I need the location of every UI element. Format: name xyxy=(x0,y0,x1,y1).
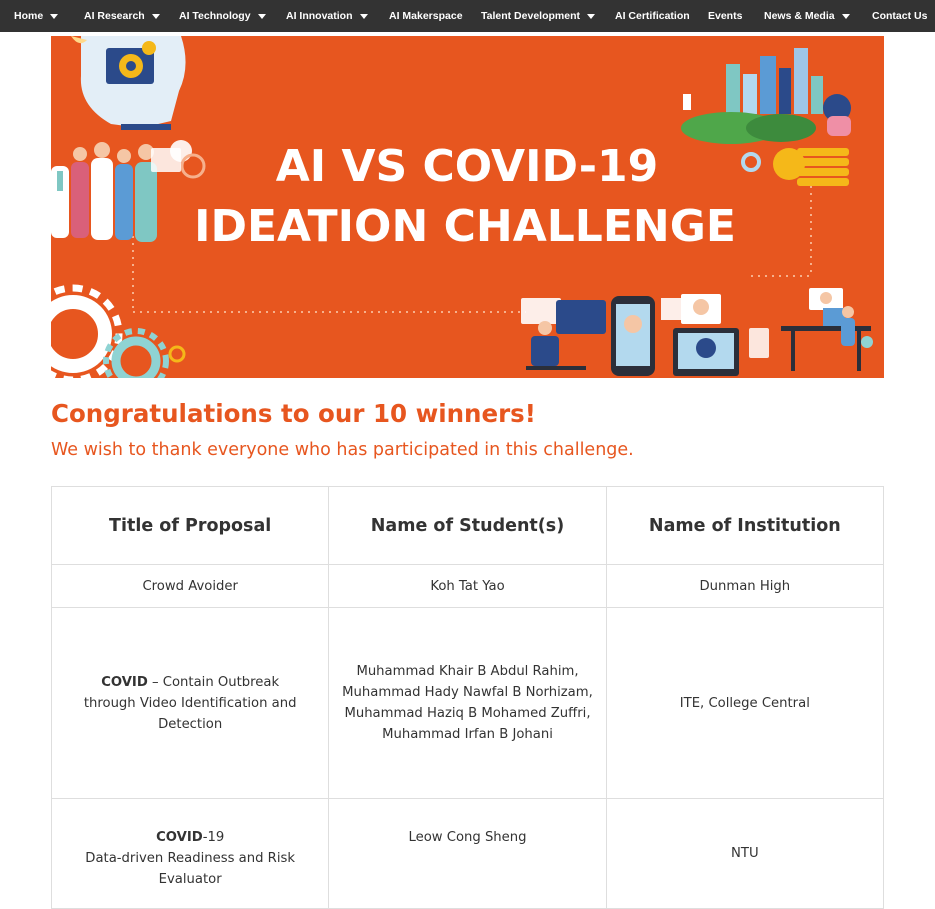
nav-item-ai-innovation[interactable]: AI Innovation xyxy=(286,0,368,32)
table-row: COVID-19 Data-driven Readiness and Risk … xyxy=(50,798,885,909)
nav-item-label: Contact Us xyxy=(872,10,928,22)
proposal-title-acronym: COVID xyxy=(156,830,203,845)
nav-item-news-media[interactable]: News & Media xyxy=(764,0,850,32)
proposal-title-acronym: COVID xyxy=(101,674,148,690)
chevron-down-icon xyxy=(841,13,850,19)
student-name: Muhammad Irfan B Johani xyxy=(382,727,553,742)
thanks-subheading: We wish to thank everyone who has partic… xyxy=(51,440,634,460)
nav-item-home[interactable]: Home xyxy=(14,0,59,32)
chevron-down-icon xyxy=(151,13,160,19)
nav-item-talent-development[interactable]: Talent Development xyxy=(481,0,595,32)
proposal-title-continuation: through Video Identification and Detecti… xyxy=(83,695,297,732)
student-name: Leow Cong Sheng xyxy=(408,830,527,845)
banner-title-line-2: IDEATION CHALLENGE xyxy=(194,201,736,252)
top-nav-bar: Home AI Research AI Technology AI Innova… xyxy=(0,0,935,32)
chevron-down-icon xyxy=(359,13,368,19)
table-header-row: Title of Proposal Name of Student(s) Nam… xyxy=(50,486,885,565)
students-cell: Leow Cong Sheng xyxy=(328,798,607,909)
header-name-of-institution: Name of Institution xyxy=(605,486,885,565)
proposal-title-cell: Crowd Avoider xyxy=(50,564,330,608)
table-row: Crowd Avoider Koh Tat Yao Dunman High xyxy=(50,564,885,608)
table-row: COVID – Contain Outbreak through Video I… xyxy=(50,607,885,799)
students-cell: Muhammad Khair B Abdul Rahim, Muhammad H… xyxy=(328,607,607,799)
student-name: Muhammad Khair B Abdul Rahim, xyxy=(356,664,579,679)
header-title-of-proposal: Title of Proposal xyxy=(50,486,330,565)
header-name-of-students: Name of Student(s) xyxy=(328,486,607,565)
banner-title-line-1: AI VS COVID-19 xyxy=(276,141,659,192)
student-name: Koh Tat Yao xyxy=(430,578,505,594)
student-name: Muhammad Haziq B Mohamed Zuffri, xyxy=(344,706,591,721)
nav-item-ai-certification[interactable]: AI Certification xyxy=(615,0,690,32)
nav-item-label: AI Certification xyxy=(615,10,690,22)
nav-item-events[interactable]: Events xyxy=(708,0,742,32)
proposal-title-continuation: Data-driven Readiness and Risk Evaluator xyxy=(85,851,296,887)
nav-item-label: AI Technology xyxy=(179,10,251,22)
institution-cell: NTU xyxy=(605,798,885,909)
proposal-title-cell: COVID – Contain Outbreak through Video I… xyxy=(50,607,330,799)
chevron-down-icon xyxy=(257,13,266,19)
nav-item-label: Events xyxy=(708,10,743,22)
nav-item-label: AI Research xyxy=(84,10,145,22)
nav-item-label: News & Media xyxy=(764,10,835,22)
nav-item-ai-research[interactable]: AI Research xyxy=(84,0,160,32)
proposal-title-text: – Contain Outbreak xyxy=(147,674,280,690)
proposal-title-line: COVID – Contain Outbreak xyxy=(60,672,320,693)
nav-item-label: Talent Development xyxy=(481,10,580,22)
winners-heading: Congratulations to our 10 winners! xyxy=(51,399,536,428)
student-name: Muhammad Hady Nawfal B Norhizam, xyxy=(342,685,593,700)
nav-item-ai-technology[interactable]: AI Technology xyxy=(179,0,266,32)
proposal-title-line: COVID-19 xyxy=(60,827,320,848)
nav-item-label: AI Makerspace xyxy=(389,10,463,22)
chevron-down-icon xyxy=(50,13,59,19)
proposal-title: Crowd Avoider xyxy=(142,578,238,594)
nav-item-label: Home xyxy=(14,10,44,22)
challenge-banner: AI VS COVID-19 IDEATION CHALLENGE xyxy=(51,36,884,378)
students-cell: Koh Tat Yao xyxy=(328,564,607,608)
chevron-down-icon xyxy=(587,13,595,19)
nav-item-ai-makerspace[interactable]: AI Makerspace xyxy=(389,0,463,32)
nav-item-label: AI Innovation xyxy=(286,10,353,22)
winners-table: Title of Proposal Name of Student(s) Nam… xyxy=(50,486,885,909)
institution-cell: ITE, College Central xyxy=(605,607,885,799)
proposal-title-text: -19 xyxy=(202,830,225,845)
institution-cell: Dunman High xyxy=(605,564,885,608)
proposal-title-cell: COVID-19 Data-driven Readiness and Risk … xyxy=(50,798,330,909)
nav-item-contact-us[interactable]: Contact Us xyxy=(872,0,927,32)
